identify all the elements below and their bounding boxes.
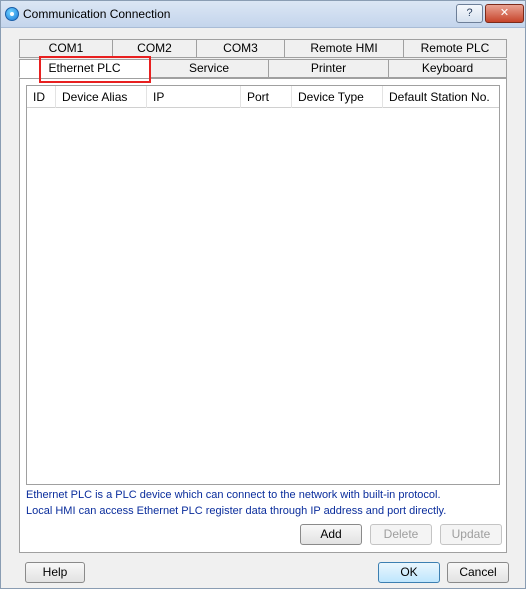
description-text: Ethernet PLC is a PLC device which can c… bbox=[26, 487, 502, 519]
tab-row-2: Ethernet PLC Service Printer Keyboard bbox=[19, 59, 507, 78]
window-title: Communication Connection bbox=[23, 7, 171, 21]
add-button[interactable]: Add bbox=[300, 524, 362, 545]
cancel-button[interactable]: Cancel bbox=[447, 562, 509, 583]
tab-row-1: COM1 COM2 COM3 Remote HMI Remote PLC bbox=[19, 39, 507, 58]
tab-keyboard[interactable]: Keyboard bbox=[388, 59, 507, 78]
description-line-1: Ethernet PLC is a PLC device which can c… bbox=[26, 489, 441, 501]
tab-remote-plc[interactable]: Remote PLC bbox=[403, 39, 507, 58]
close-icon[interactable]: ✕ bbox=[485, 4, 524, 23]
column-header-port[interactable]: Port bbox=[241, 86, 292, 108]
tab-com3[interactable]: COM3 bbox=[196, 39, 285, 58]
tab-service[interactable]: Service bbox=[149, 59, 269, 78]
app-icon bbox=[5, 7, 19, 21]
column-header-id[interactable]: ID bbox=[27, 86, 56, 108]
description-line-2: Local HMI can access Ethernet PLC regist… bbox=[26, 505, 447, 517]
column-header-ip[interactable]: IP bbox=[147, 86, 241, 108]
tab-ethernet-plc[interactable]: Ethernet PLC bbox=[19, 59, 150, 78]
help-button[interactable]: Help bbox=[25, 562, 85, 583]
tab-com2[interactable]: COM2 bbox=[112, 39, 197, 58]
ok-button[interactable]: OK bbox=[378, 562, 440, 583]
tab-printer[interactable]: Printer bbox=[268, 59, 389, 78]
column-header-device-alias[interactable]: Device Alias bbox=[56, 86, 147, 108]
tab-com1[interactable]: COM1 bbox=[19, 39, 113, 58]
help-icon[interactable]: ? bbox=[456, 4, 483, 23]
column-header-default-station[interactable]: Default Station No. bbox=[383, 86, 499, 108]
device-table[interactable]: ID Device Alias IP Port Device Type Defa… bbox=[26, 85, 500, 485]
delete-button[interactable]: Delete bbox=[370, 524, 432, 545]
title-bar: Communication Connection ? ✕ bbox=[1, 1, 525, 28]
column-header-device-type[interactable]: Device Type bbox=[292, 86, 383, 108]
communication-connection-dialog: Communication Connection ? ✕ COM1 COM2 C… bbox=[0, 0, 526, 589]
update-button[interactable]: Update bbox=[440, 524, 502, 545]
table-header: ID Device Alias IP Port Device Type Defa… bbox=[27, 86, 499, 108]
tab-remote-hmi[interactable]: Remote HMI bbox=[284, 39, 404, 58]
